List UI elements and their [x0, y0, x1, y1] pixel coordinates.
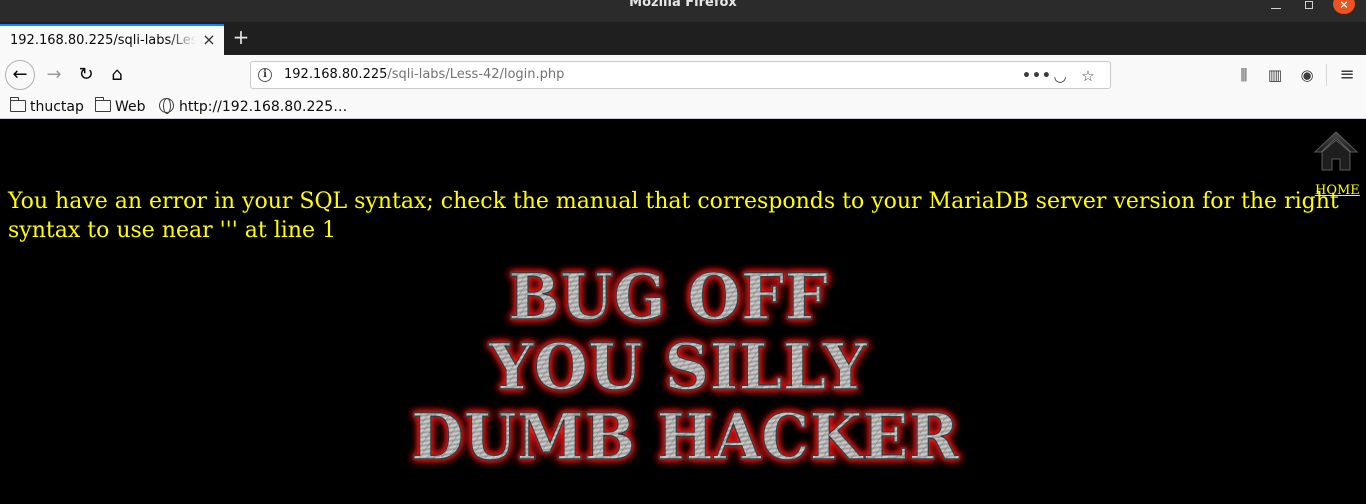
bookmark-star-icon[interactable]: ☆ [1078, 66, 1098, 86]
page-actions-icon[interactable]: ••• [1022, 66, 1051, 86]
home-link[interactable]: HOME [1313, 131, 1360, 198]
house-icon [1313, 131, 1359, 171]
url-path: /sqli-labs/Less-42/login.php [387, 67, 565, 82]
site-info-icon[interactable]: i [258, 68, 272, 82]
tab-close-icon[interactable]: × [201, 31, 217, 49]
window-title: Mozilla Firefox [629, 0, 737, 10]
home-button[interactable]: ⌂ [103, 61, 131, 89]
banner-line-2: YOU SILLY [488, 330, 868, 405]
tab-title: 192.168.80.225/sqli-labs/Less-42/login.p… [10, 33, 196, 48]
maximize-window-icon[interactable] [1305, 1, 1313, 9]
sidebar-icon[interactable]: ▥ [1264, 64, 1286, 86]
bookmark-label: thuctap [30, 99, 84, 115]
toolbar-separator [1326, 64, 1327, 86]
folder-icon [95, 97, 111, 112]
forward-button[interactable]: → [40, 61, 68, 89]
url-text[interactable]: 192.168.80.225/sqli-labs/Less-42/login.p… [284, 67, 564, 82]
library-icon[interactable]: ⫼ [1233, 64, 1255, 86]
bookmark-label: Web [115, 99, 146, 115]
bookmark-label: http://192.168.80.225… [179, 99, 348, 115]
sql-error-message: You have an error in your SQL syntax; ch… [8, 189, 1339, 243]
folder-icon [10, 97, 26, 112]
bookmarks-toolbar: thuctap Web http://192.168.80.225… [0, 95, 1366, 119]
banner-line-3: DUMB HACKER [411, 400, 960, 475]
back-button[interactable]: ← [5, 60, 35, 90]
globe-icon [159, 98, 174, 114]
bookmark-folder-thuctap[interactable]: thuctap [10, 97, 84, 117]
pocket-icon[interactable]: ◡ [1050, 66, 1070, 86]
page-content: HOME You have an error in your SQL synta… [0, 119, 1366, 504]
reload-button[interactable]: ↻ [72, 61, 100, 89]
banner-line-1: BUG OFF [508, 260, 828, 335]
navigation-toolbar: ← → ↻ ⌂ i 192.168.80.225/sqli-labs/Less-… [0, 55, 1366, 95]
window-titlebar: Mozilla Firefox × [0, 0, 1366, 22]
bookmark-link-192-168-80-225[interactable]: http://192.168.80.225… [159, 97, 347, 117]
hacker-banner-image: BUG OFF YOU SILLY DUMB HACKER [410, 259, 960, 476]
tab-sqli-labs[interactable]: 192.168.80.225/sqli-labs/Less-42/login.p… [0, 24, 224, 55]
hamburger-menu-icon[interactable]: ≡ [1336, 64, 1358, 86]
account-icon[interactable]: ◉ [1296, 64, 1318, 86]
tab-strip: 192.168.80.225/sqli-labs/Less-42/login.p… [0, 22, 1366, 55]
minimize-window-icon[interactable] [1271, 8, 1281, 9]
url-bar[interactable]: i 192.168.80.225/sqli-labs/Less-42/login… [250, 61, 1111, 89]
url-host: 192.168.80.225 [284, 67, 388, 82]
bookmark-folder-web[interactable]: Web [95, 97, 146, 117]
new-tab-button[interactable]: + [230, 26, 252, 48]
